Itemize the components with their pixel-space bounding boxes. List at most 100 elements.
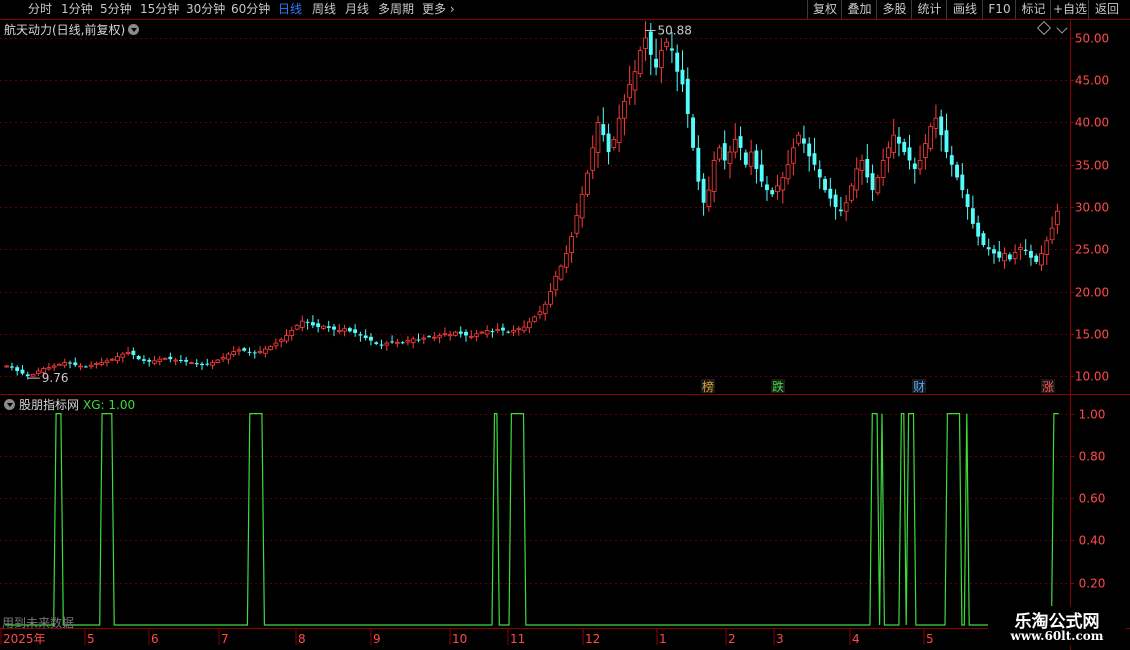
candle-body	[437, 335, 442, 338]
candle-body	[833, 194, 838, 207]
candle-body	[205, 363, 210, 365]
candle-body	[1044, 240, 1050, 255]
candle-body	[732, 138, 738, 153]
event-marker-label: 跌	[772, 379, 784, 394]
indicator-axis-label: 0.20	[1079, 577, 1106, 591]
candle-body	[442, 333, 448, 336]
candle-body	[342, 328, 347, 332]
candle-body	[907, 147, 912, 161]
indicator-title[interactable]: 股朋指标网 XG: 1.00	[4, 396, 135, 413]
date-axis-label: 4	[852, 632, 860, 646]
candle-body	[115, 356, 120, 362]
candle-body	[147, 359, 152, 362]
candle-body	[57, 363, 62, 366]
future-data-notice: 用到未来数据	[2, 616, 75, 630]
candle-body	[770, 190, 775, 195]
candle-body	[474, 333, 479, 337]
candle-body	[785, 164, 791, 180]
candle-body	[532, 316, 537, 322]
candle-body	[220, 357, 226, 360]
candle-body	[807, 143, 812, 157]
candle-body	[289, 330, 295, 336]
candle-body	[780, 177, 786, 191]
candle-body	[955, 164, 959, 178]
candle-body	[88, 364, 94, 367]
main-chart-title[interactable]: 航天动力(日线,前复权)	[4, 21, 140, 38]
candle-body	[976, 222, 981, 237]
candle-body	[754, 150, 759, 169]
candle-body	[178, 360, 183, 362]
candle-body	[479, 331, 485, 334]
candle-body	[374, 342, 379, 344]
watermark-logo: 乐淘公式网 www.60lt.com	[988, 606, 1126, 646]
candle-body	[184, 359, 189, 362]
candle-body	[68, 362, 72, 364]
candle-body	[131, 350, 136, 355]
candle-body	[1055, 210, 1060, 226]
candle-body	[1029, 250, 1033, 258]
candle-body	[257, 351, 263, 353]
date-axis-label: 9	[373, 632, 381, 646]
candle-body	[765, 184, 769, 191]
candle-body	[691, 117, 695, 148]
candle-body	[490, 331, 495, 333]
candle-body	[632, 71, 638, 91]
price-axis-label: 45.00	[1075, 74, 1109, 88]
candle-body	[157, 358, 163, 362]
candle-body	[606, 133, 611, 153]
dropdown-caret-icon[interactable]	[128, 24, 140, 35]
candle-body	[168, 356, 173, 360]
candle-body	[1007, 254, 1012, 260]
candle-body	[886, 147, 891, 158]
indicator-axis-label: 0.80	[1079, 450, 1106, 464]
candle-body	[99, 362, 105, 365]
candle-body	[865, 158, 870, 178]
candle-body	[109, 358, 115, 361]
date-axis-label: 6	[151, 632, 159, 646]
candle-body	[537, 311, 543, 316]
candle-body	[717, 147, 722, 160]
candle-body	[447, 334, 453, 337]
candle-body	[558, 265, 564, 280]
candle-body	[30, 373, 36, 377]
candle-body	[738, 136, 743, 148]
candle-body	[997, 251, 1002, 258]
candle-body	[812, 153, 817, 165]
candle-body	[427, 336, 431, 338]
date-axis-label: 10	[452, 632, 467, 646]
candle-body	[675, 52, 680, 72]
date-axis-label: 2025年	[3, 632, 46, 646]
low-price-label: 9.76	[42, 371, 69, 385]
candle-body	[828, 188, 833, 199]
candle-body	[960, 174, 965, 191]
candle-body	[226, 353, 231, 360]
candle-body	[748, 151, 754, 167]
candle-body	[843, 202, 849, 212]
price-axis-label: 30.00	[1075, 201, 1109, 215]
indicator-caret-icon[interactable]	[4, 399, 15, 410]
candle-body	[880, 160, 886, 178]
candle-body	[358, 334, 363, 336]
candle-body	[595, 122, 601, 153]
candle-body	[1034, 255, 1039, 262]
candle-body	[611, 138, 617, 148]
candle-body	[484, 330, 490, 335]
candle-body	[231, 351, 237, 356]
candle-body	[152, 360, 157, 364]
price-axis-label: 15.00	[1075, 328, 1109, 342]
candle-body	[136, 356, 141, 360]
candle-body	[563, 253, 569, 268]
indicator-axis-label: 1.00	[1079, 408, 1106, 422]
candle-body	[933, 117, 939, 129]
candle-body	[553, 275, 559, 291]
candle-body	[395, 341, 400, 344]
xg-signal-line	[5, 413, 1059, 626]
candle-body	[743, 152, 748, 165]
candle-body	[965, 194, 970, 207]
candle-body	[648, 31, 653, 55]
candle-body	[189, 362, 194, 364]
candle-body	[949, 155, 954, 165]
price-axis-label: 25.00	[1075, 243, 1109, 257]
kline-chart-canvas[interactable]: 50.00 45.00 40.00 35.00 30.00 25.00 20.00 15.00…	[0, 0, 1130, 650]
indicator-axis-label: 0.60	[1079, 492, 1106, 506]
